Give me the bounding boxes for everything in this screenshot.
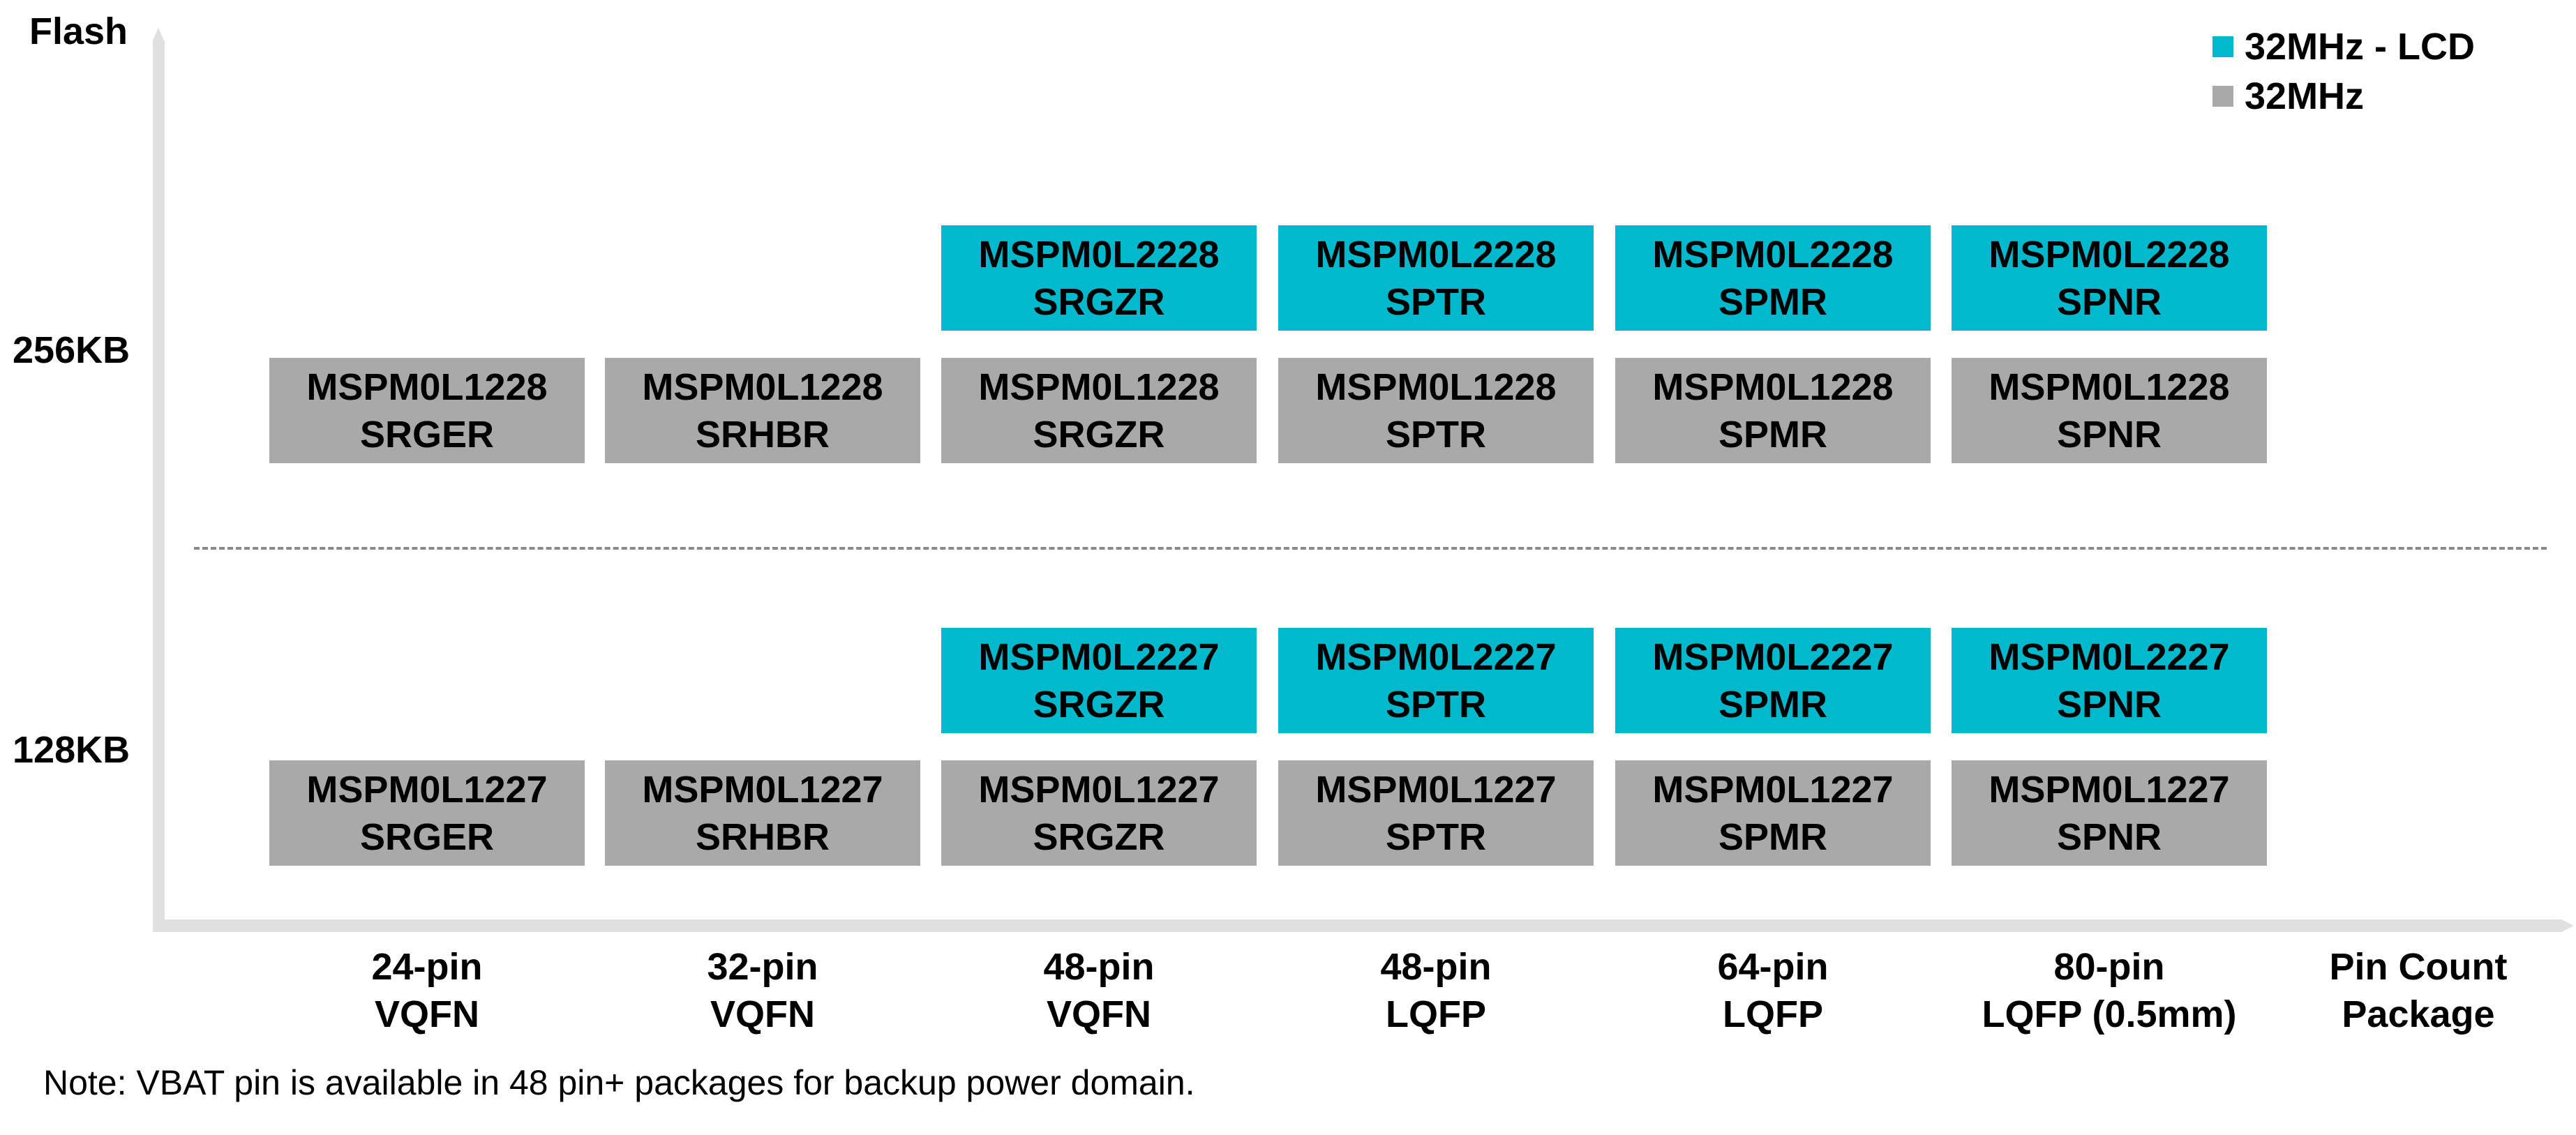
x-axis-arrow-icon (2561, 919, 2574, 932)
y-level-256kb: 256KB (13, 329, 130, 371)
footnote: Note: VBAT pin is available in 48 pin+ p… (43, 1063, 1195, 1102)
part-suffix: SRHBR (695, 413, 830, 456)
part-name: MSPM0L2227 (1989, 636, 2230, 678)
y-axis-line (153, 40, 165, 932)
flash-divider-line (194, 547, 2547, 550)
part-name: MSPM0L1227 (1989, 768, 2230, 811)
part-suffix: SRGER (359, 815, 495, 858)
part-box: MSPM0L2227 SPTR (1278, 628, 1594, 733)
pin-count-label: 48-pin (1380, 946, 1492, 988)
part-box: MSPM0L2228 SPTR (1278, 225, 1594, 331)
part-box: MSPM0L2227 SPMR (1615, 628, 1931, 733)
part-box: MSPM0L1227 SRGER (269, 760, 585, 866)
pin-count-label: 32-pin (707, 946, 818, 988)
package-label: VQFN (1046, 993, 1151, 1035)
x-axis-column-label: 48-pin VQFN (941, 943, 1257, 1038)
part-suffix: SPTR (1385, 815, 1487, 858)
package-label: LQFP (1386, 993, 1486, 1035)
x-axis-column-label: 80-pin LQFP (0.5mm) (1952, 943, 2267, 1038)
x-axis-column-label: 24-pin VQFN (269, 943, 585, 1038)
package-label: LQFP (1723, 993, 1823, 1035)
part-box: MSPM0L1228 SRGER (269, 358, 585, 463)
legend-swatch-lcd-icon (2212, 36, 2233, 57)
part-suffix: SPNR (2056, 280, 2162, 323)
part-suffix: SRGZR (1033, 815, 1165, 858)
legend-label: 32MHz - LCD (2245, 26, 2476, 68)
part-box: MSPM0L1228 SRHBR (605, 358, 920, 463)
part-suffix: SPNR (2056, 683, 2162, 726)
x-axis-column-label: 48-pin LQFP (1278, 943, 1594, 1038)
part-box: MSPM0L1227 SRHBR (605, 760, 920, 866)
part-name: MSPM0L2228 (1989, 233, 2230, 276)
legend-swatch-standard-icon (2212, 86, 2233, 107)
part-box: MSPM0L2228 SPNR (1952, 225, 2267, 331)
legend-label: 32MHz (2245, 75, 2365, 117)
package-label: VQFN (374, 993, 479, 1035)
pin-count-label: 64-pin (1717, 946, 1829, 988)
y-axis-title: Flash (29, 10, 128, 52)
part-suffix: SPTR (1385, 280, 1487, 323)
part-suffix: SPMR (1718, 683, 1827, 726)
part-suffix: SPNR (2056, 815, 2162, 858)
part-name: MSPM0L1228 (1989, 366, 2230, 408)
part-box: MSPM0L2227 SRGZR (941, 628, 1257, 733)
part-name: MSPM0L1228 (1652, 366, 1894, 408)
part-box: MSPM0L1228 SRGZR (941, 358, 1257, 463)
legend-item-standard: 32MHz (2212, 75, 2364, 118)
part-name: MSPM0L1227 (306, 768, 548, 811)
part-suffix: SPMR (1718, 280, 1827, 323)
part-name: MSPM0L2228 (1652, 233, 1894, 276)
part-box: MSPM0L1227 SPTR (1278, 760, 1594, 866)
y-level-128kb: 128KB (13, 729, 130, 771)
part-box: MSPM0L2228 SRGZR (941, 225, 1257, 331)
part-suffix: SPNR (2056, 413, 2162, 456)
package-label: LQFP (0.5mm) (1982, 993, 2237, 1035)
x-axis-title-line1: Pin Count (2329, 946, 2508, 988)
part-name: MSPM0L2228 (978, 233, 1220, 276)
part-suffix: SRHBR (695, 815, 830, 858)
package-label: VQFN (710, 993, 815, 1035)
pin-count-label: 24-pin (371, 946, 483, 988)
part-suffix: SPMR (1718, 815, 1827, 858)
x-axis-title-line2: Package (2342, 993, 2495, 1035)
legend-item-lcd: 32MHz - LCD (2212, 25, 2475, 68)
part-name: MSPM0L1227 (642, 768, 883, 811)
x-axis-column-label: 32-pin VQFN (605, 943, 920, 1038)
part-box: MSPM0L1228 SPTR (1278, 358, 1594, 463)
pin-count-label: 80-pin (2053, 946, 2165, 988)
part-suffix: SPTR (1385, 413, 1487, 456)
part-name: MSPM0L1227 (1652, 768, 1894, 811)
part-suffix: SRGZR (1033, 683, 1165, 726)
part-suffix: SPMR (1718, 413, 1827, 456)
part-box: MSPM0L1228 SPNR (1952, 358, 2267, 463)
x-axis-column-label: 64-pin LQFP (1615, 943, 1931, 1038)
y-axis-arrow-icon (153, 28, 164, 40)
part-name: MSPM0L1227 (978, 768, 1220, 811)
part-name: MSPM0L2227 (1652, 636, 1894, 678)
part-name: MSPM0L1227 (1315, 768, 1557, 811)
part-name: MSPM0L1228 (306, 366, 548, 408)
part-name: MSPM0L2227 (978, 636, 1220, 678)
part-suffix: SRGER (359, 413, 495, 456)
part-box: MSPM0L1227 SRGZR (941, 760, 1257, 866)
part-name: MSPM0L1228 (978, 366, 1220, 408)
part-box: MSPM0L2227 SPNR (1952, 628, 2267, 733)
part-name: MSPM0L1228 (642, 366, 883, 408)
x-axis-title: Pin Count Package (2261, 943, 2576, 1038)
part-name: MSPM0L2228 (1315, 233, 1557, 276)
pin-count-label: 48-pin (1043, 946, 1155, 988)
part-box: MSPM0L1228 SPMR (1615, 358, 1931, 463)
part-box: MSPM0L1227 SPMR (1615, 760, 1931, 866)
part-suffix: SRGZR (1033, 413, 1165, 456)
part-suffix: SRGZR (1033, 280, 1165, 323)
x-axis-line (153, 919, 2561, 932)
part-name: MSPM0L1228 (1315, 366, 1557, 408)
part-suffix: SPTR (1385, 683, 1487, 726)
part-box: MSPM0L1227 SPNR (1952, 760, 2267, 866)
part-name: MSPM0L2227 (1315, 636, 1557, 678)
part-box: MSPM0L2228 SPMR (1615, 225, 1931, 331)
